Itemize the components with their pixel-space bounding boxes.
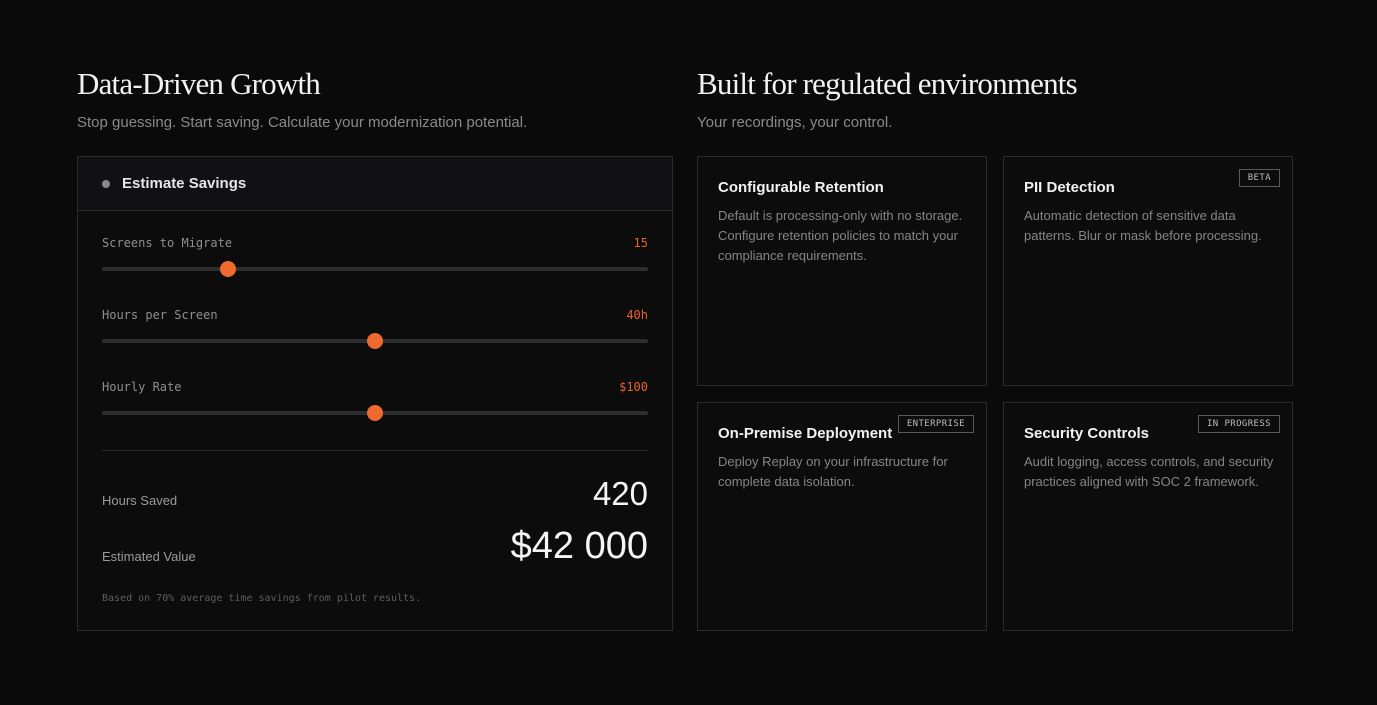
status-badge: ENTERPRISE <box>897 415 974 433</box>
features-heading: Built for regulated environments <box>697 66 1078 101</box>
slider-track[interactable] <box>102 261 648 277</box>
card-title: Configurable Retention <box>718 179 884 196</box>
card-description: Audit logging, access controls, and secu… <box>1024 454 1274 489</box>
calculator-footnote: Based on 70% average time savings from p… <box>102 593 422 604</box>
estimated-value: $42 000 <box>510 525 648 567</box>
card-description: Automatic detection of sensitive data pa… <box>1024 208 1262 243</box>
slider-thumb[interactable] <box>367 333 383 349</box>
feature-card-retention: Configurable Retention Default is proces… <box>697 156 987 386</box>
slider-value: 40h <box>626 308 648 322</box>
calculator-heading: Data-Driven Growth <box>77 66 321 101</box>
feature-card-on-premise: ENTERPRISE On-Premise Deployment Deploy … <box>697 402 987 631</box>
slider-thumb[interactable] <box>219 261 236 277</box>
slider-label: Hours per Screen <box>102 308 218 322</box>
slider-track[interactable] <box>102 333 648 349</box>
status-badge: IN PROGRESS <box>1197 415 1280 433</box>
slider-label: Screens to Migrate <box>102 236 233 250</box>
divider <box>102 450 648 451</box>
hours-saved-value: 420 <box>592 475 648 512</box>
feature-card-pii: BETA PII Detection Automatic detection o… <box>1003 156 1293 386</box>
slider-value: 15 <box>633 236 648 250</box>
card-description: Deploy Replay on your infrastructure for… <box>718 454 948 489</box>
card-title: PII Detection <box>1024 179 1115 196</box>
estimated-value-label: Estimated Value <box>102 549 196 564</box>
features-subtitle: Your recordings, your control. <box>697 114 893 131</box>
slider-label: Hourly Rate <box>102 380 182 394</box>
calculator-header: Estimate Savings <box>78 157 672 211</box>
status-badge: BETA <box>1238 169 1280 187</box>
hours-saved-label: Hours Saved <box>102 493 178 508</box>
card-description: Default is processing-only with no stora… <box>718 208 963 263</box>
status-dot-icon <box>102 179 110 188</box>
feature-card-security: IN PROGRESS Security Controls Audit logg… <box>1003 402 1293 631</box>
calculator-subtitle: Stop guessing. Start saving. Calculate y… <box>77 114 528 131</box>
calculator-title: Estimate Savings <box>122 175 247 192</box>
slider-track[interactable] <box>102 405 648 421</box>
slider-value: $100 <box>619 380 648 394</box>
slider-thumb[interactable] <box>367 405 383 421</box>
savings-calculator: Estimate Savings Screens to Migrate 15 H… <box>77 156 673 631</box>
